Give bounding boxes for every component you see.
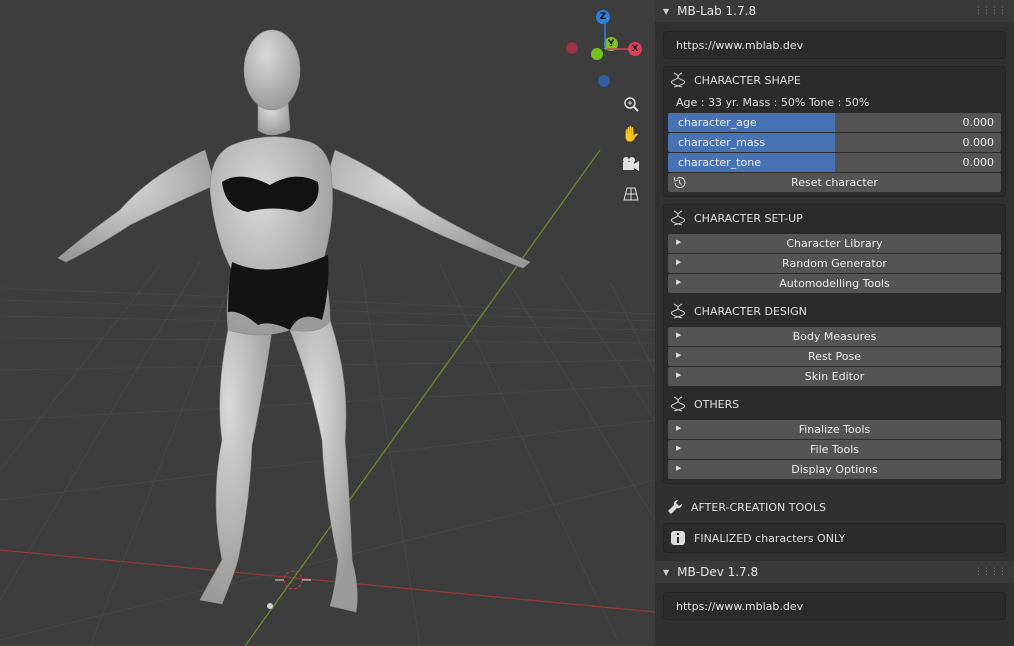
panel-title: MB-Lab 1.7.8 (677, 4, 757, 18)
pan-hand-icon[interactable]: ✋ (618, 121, 644, 147)
finalize-tools-button[interactable]: ▶ Finalize Tools (668, 420, 1001, 439)
character-setup-header: CHARACTER SET-UP (664, 205, 1005, 231)
expand-triangle-icon: ▶ (676, 444, 682, 452)
dna-icon (670, 303, 686, 319)
body-measures-button[interactable]: ▶ Body Measures (668, 327, 1001, 346)
button-label: Skin Editor (804, 370, 865, 383)
slider-character-mass[interactable]: character_mass 0.000 (668, 133, 1001, 152)
gizmo-neg-x[interactable] (566, 42, 578, 54)
expand-triangle-icon: ▶ (676, 238, 682, 246)
slider-character-age[interactable]: character_age 0.000 (668, 113, 1001, 132)
button-label: Random Generator (782, 257, 887, 270)
button-label: Rest Pose (808, 350, 861, 363)
button-label: Display Options (791, 463, 878, 476)
gizmo-lines (604, 24, 634, 50)
dna-icon (670, 210, 686, 226)
button-label: Finalize Tools (798, 423, 871, 436)
mblab-sidebar: ▼ MB-Lab 1.7.8 ⋮⋮⋮⋮ https://www.mblab.de… (655, 0, 1014, 646)
url-box: https://www.mblab.dev (663, 592, 1006, 620)
drag-grip-icon[interactable]: ⋮⋮⋮⋮ (974, 6, 1007, 16)
collapse-triangle-icon[interactable]: ▼ (663, 7, 669, 16)
expand-triangle-icon: ▶ (676, 464, 682, 472)
gizmo-neg-z[interactable] (598, 75, 610, 87)
button-label: Automodelling Tools (779, 277, 890, 290)
dna-icon (670, 396, 686, 412)
after-creation-header: AFTER-CREATION TOOLS (655, 494, 1014, 520)
slider-label: character_mass (678, 136, 766, 149)
character-shape-header: CHARACTER SHAPE (664, 67, 1005, 93)
file-tools-button[interactable]: ▶ File Tools (668, 440, 1001, 459)
note-text: FINALIZED characters ONLY (694, 531, 846, 545)
camera-icon[interactable] (618, 151, 644, 177)
panel-header-mbdev[interactable]: ▼ MB-Dev 1.7.8 ⋮⋮⋮⋮ (655, 561, 1014, 583)
slider-character-tone[interactable]: character_tone 0.000 (668, 153, 1001, 172)
reset-character-button[interactable]: Reset character (668, 173, 1001, 192)
slider-value: 0.000 (962, 156, 995, 169)
rest-pose-button[interactable]: ▶ Rest Pose (668, 347, 1001, 366)
viewport-grid (0, 29, 655, 646)
section-title: AFTER-CREATION TOOLS (691, 500, 826, 514)
character-shape-section: CHARACTER SHAPE Age : 33 yr. Mass : 50% … (663, 66, 1006, 197)
reset-icon (673, 176, 686, 189)
finalized-note-box: FINALIZED characters ONLY (663, 523, 1006, 553)
expand-triangle-icon: ▶ (676, 258, 682, 266)
perspective-grid-icon[interactable] (618, 181, 644, 207)
expand-triangle-icon: ▶ (676, 371, 682, 379)
character-tools-section: CHARACTER SET-UP ▶ Character Library ▶ Ran… (663, 204, 1006, 484)
wrench-icon (668, 499, 683, 514)
button-label: Reset character (791, 176, 878, 189)
expand-triangle-icon: ▶ (676, 424, 682, 432)
url-box: https://www.mblab.dev (663, 31, 1006, 59)
section-title: CHARACTER SHAPE (694, 73, 801, 87)
url-text: https://www.mblab.dev (676, 599, 804, 613)
url-text: https://www.mblab.dev (676, 38, 804, 52)
section-title: CHARACTER DESIGN (694, 304, 807, 318)
button-label: Character Library (786, 237, 883, 250)
expand-triangle-icon: ▶ (676, 351, 682, 359)
button-label: Body Measures (792, 330, 877, 343)
zoom-icon[interactable] (618, 91, 644, 117)
slider-label: character_tone (678, 156, 761, 169)
3d-viewport[interactable]: Z Y X ✋ (0, 0, 655, 646)
section-title: CHARACTER SET-UP (694, 211, 803, 225)
slider-value: 0.000 (962, 136, 995, 149)
expand-triangle-icon: ▶ (676, 331, 682, 339)
info-icon (671, 531, 685, 545)
dna-icon (670, 72, 686, 88)
panel-header-mblab[interactable]: ▼ MB-Lab 1.7.8 ⋮⋮⋮⋮ (655, 0, 1014, 22)
button-label: File Tools (809, 443, 859, 456)
character-library-button[interactable]: ▶ Character Library (668, 234, 1001, 253)
automodelling-tools-button[interactable]: ▶ Automodelling Tools (668, 274, 1001, 293)
character-info: Age : 33 yr. Mass : 50% Tone : 50% (676, 95, 870, 109)
random-generator-button[interactable]: ▶ Random Generator (668, 254, 1001, 273)
character-design-header: CHARACTER DESIGN (664, 298, 1005, 324)
collapse-triangle-icon[interactable]: ▼ (663, 568, 669, 577)
panel-title: MB-Dev 1.7.8 (677, 565, 759, 579)
slider-value: 0.000 (962, 116, 995, 129)
section-title: OTHERS (694, 397, 740, 411)
display-options-button[interactable]: ▶ Display Options (668, 460, 1001, 479)
slider-label: character_age (678, 116, 757, 129)
skin-editor-button[interactable]: ▶ Skin Editor (668, 367, 1001, 386)
drag-grip-icon[interactable]: ⋮⋮⋮⋮ (974, 567, 1007, 577)
expand-triangle-icon: ▶ (676, 278, 682, 286)
others-header: OTHERS (664, 391, 1005, 417)
